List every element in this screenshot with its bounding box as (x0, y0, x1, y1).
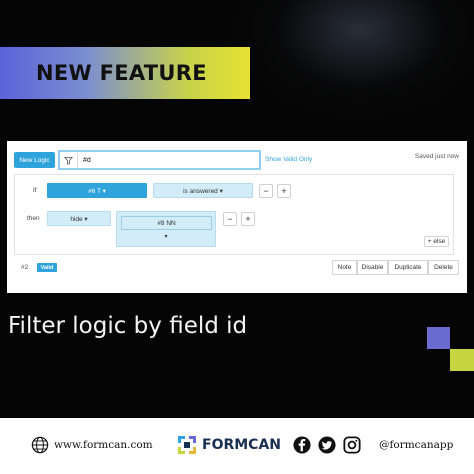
delete-button[interactable]: Delete (428, 260, 459, 275)
social-handle[interactable]: @formcanapp (379, 439, 453, 451)
feature-banner: NEW FEATURE (0, 47, 250, 99)
filter-icon (60, 152, 78, 168)
remove-action-button[interactable]: − (223, 212, 237, 226)
formcan-logo-icon (178, 436, 196, 454)
instagram-icon[interactable] (343, 436, 361, 454)
action-dropdown[interactable]: hide ▾ (47, 211, 111, 226)
banner-title: NEW FEATURE (36, 61, 207, 85)
rule-number: #2 (21, 264, 29, 271)
saved-status: Saved just now (414, 153, 459, 160)
facebook-icon[interactable] (293, 436, 311, 454)
website-link[interactable]: www.formcan.com (54, 439, 153, 451)
feature-headline: Filter logic by field id (8, 313, 248, 339)
disable-button[interactable]: Disable (357, 260, 388, 275)
twitter-icon[interactable] (318, 436, 336, 454)
brand-name: FORMCAN (202, 437, 282, 453)
background-glow (230, 0, 474, 120)
rule-footer: #2 Valid Note Disable Duplicate Delete (14, 259, 461, 277)
condition-operator-dropdown[interactable]: is answered ▾ (153, 183, 253, 198)
target-field-chip[interactable]: #8 NN (121, 216, 212, 230)
add-action-button[interactable]: + (241, 212, 255, 226)
remove-condition-button[interactable]: − (259, 184, 273, 198)
condition-field-dropdown[interactable]: #6 T ▾ (47, 183, 147, 198)
logic-editor-panel: New Logic Show Valid Only Saved just now… (7, 141, 467, 293)
duplicate-button[interactable]: Duplicate (388, 260, 428, 275)
logic-toolbar: New Logic Show Valid Only Saved just now (14, 150, 461, 170)
action-target: #8 NN ▾ (116, 211, 216, 247)
decorative-square-purple (427, 327, 450, 349)
target-dropdown-caret[interactable]: ▾ (117, 233, 215, 240)
valid-status-badge: Valid (37, 263, 57, 272)
filter-field[interactable] (58, 150, 261, 170)
show-valid-only-link[interactable]: Show Valid Only (265, 156, 312, 163)
add-condition-button[interactable]: + (277, 184, 291, 198)
add-else-button[interactable]: + else (424, 236, 449, 247)
if-label: If (33, 187, 37, 194)
decorative-square-lime (450, 349, 474, 371)
new-logic-button[interactable]: New Logic (14, 152, 55, 168)
filter-input[interactable] (78, 152, 259, 168)
globe-icon (31, 436, 49, 454)
contact-bar: www.formcan.com FORMCAN @formcanapp (0, 418, 474, 474)
note-button[interactable]: Note (332, 260, 357, 275)
logic-rule: If #6 T ▾ is answered ▾ − + then hide ▾ … (14, 174, 454, 255)
then-label: then (27, 215, 40, 222)
